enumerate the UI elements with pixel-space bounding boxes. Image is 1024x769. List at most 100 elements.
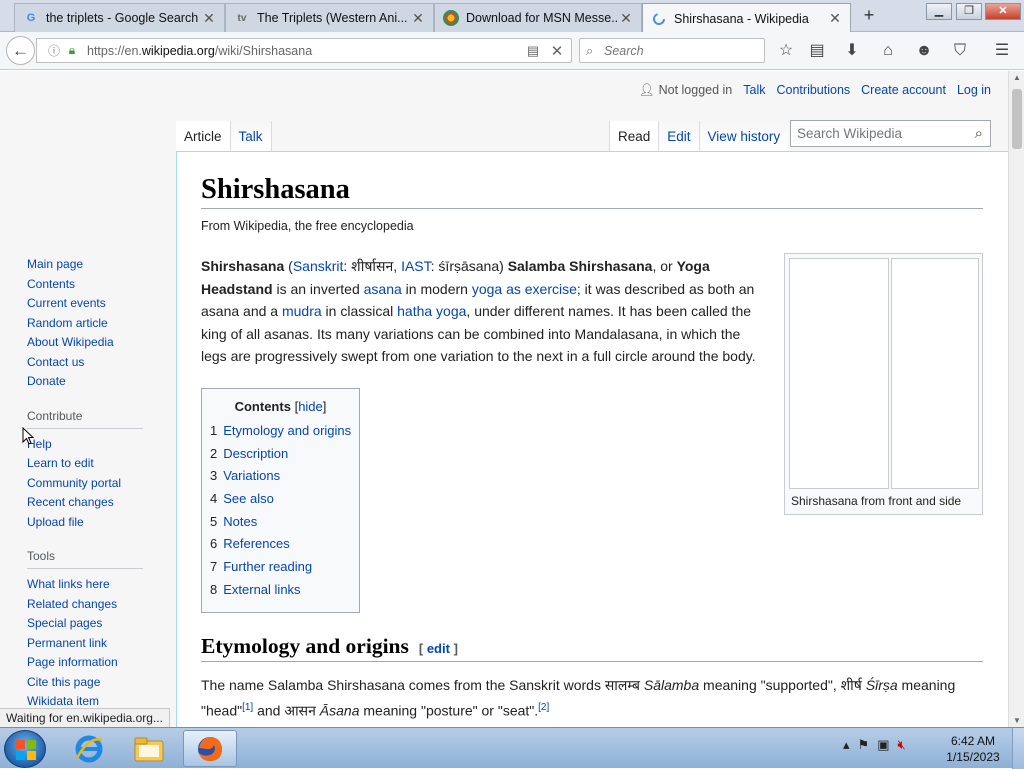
minimize-button[interactable]: ▁	[926, 3, 952, 20]
downloads-icon[interactable]: ⬇	[841, 40, 863, 62]
show-desktop-button[interactable]	[1012, 728, 1024, 769]
toc-item[interactable]: 6 References	[210, 533, 351, 556]
toc-link[interactable]: References	[223, 536, 289, 551]
restore-button[interactable]: ❐	[956, 3, 982, 20]
close-tab-icon[interactable]: ✕	[411, 10, 425, 27]
toc-link[interactable]: Etymology and origins	[223, 423, 351, 438]
volume-muted-icon[interactable]: 🔇︎	[897, 737, 905, 753]
sidebar-item-permanent-link[interactable]: Permanent link	[27, 636, 167, 656]
toc-item[interactable]: 8 External links	[210, 579, 351, 602]
menu-hamburger-icon[interactable]: ☰	[991, 40, 1013, 62]
sidebar-item-upload-file[interactable]: Upload file	[27, 515, 167, 535]
create-account-link[interactable]: Create account	[861, 83, 946, 98]
reading-list-icon[interactable]: ▤	[806, 40, 828, 62]
sidebar-item-help[interactable]: Help	[27, 437, 167, 457]
toc-hide-link[interactable]: hide	[298, 399, 323, 414]
sidebar-item-what-links-here[interactable]: What links here	[27, 577, 167, 597]
contributions-link[interactable]: Contributions	[777, 83, 851, 98]
reader-view-icon[interactable]: ▤	[523, 43, 543, 59]
sidebar-item-contents[interactable]: Contents	[27, 277, 167, 297]
pose-side-image[interactable]	[891, 258, 979, 489]
sidebar-item-main-page[interactable]: Main page	[27, 257, 167, 277]
sanskrit-link[interactable]: Sanskrit	[293, 258, 344, 274]
window-close-button[interactable]: ✕	[985, 3, 1021, 20]
yoga-as-exercise-link[interactable]: yoga as exercise	[472, 281, 577, 297]
sidebar-item-donate[interactable]: Donate	[27, 374, 167, 394]
toc-link[interactable]: Notes	[223, 514, 257, 529]
url-text[interactable]: https://en.wikipedia.org/wiki/Shirshasan…	[87, 44, 523, 58]
section-edit[interactable]: [ edit ]	[419, 641, 458, 656]
search-icon[interactable]: ⌕	[975, 125, 983, 142]
sidebar-item-page-information[interactable]: Page information	[27, 655, 167, 675]
info-icon[interactable]: ⓘ	[45, 42, 63, 59]
sidebar-item-current-events[interactable]: Current events	[27, 296, 167, 316]
browser-tab-triplets[interactable]: tv The Triplets (Western Ani... ✕	[225, 3, 434, 32]
wiki-search-input[interactable]: Search Wikipedia ⌕	[790, 120, 991, 147]
reference-link[interactable]: [1]	[242, 702, 253, 713]
browser-tab-google[interactable]: G the triplets - Google Search ✕	[14, 3, 225, 32]
sidebar-item-cite-this-page[interactable]: Cite this page	[27, 675, 167, 695]
toc-item[interactable]: 1 Etymology and origins	[210, 420, 351, 443]
system-clock[interactable]: 6:42 AM 1/15/2023	[943, 733, 1003, 765]
asana-link[interactable]: asana	[364, 281, 402, 297]
hello-chat-icon[interactable]: ☻	[913, 40, 935, 62]
close-tab-icon[interactable]: ✕	[202, 10, 216, 27]
sidebar-item-random-article[interactable]: Random article	[27, 316, 167, 336]
home-icon[interactable]: ⌂	[877, 40, 899, 62]
sidebar-item-community-portal[interactable]: Community portal	[27, 476, 167, 496]
new-tab-button[interactable]: +	[858, 6, 880, 26]
bookmark-star-icon[interactable]: ☆	[775, 40, 797, 62]
network-icon[interactable]: ▣	[877, 737, 889, 753]
close-tab-icon[interactable]: ✕	[828, 10, 842, 27]
scroll-up-arrow-icon[interactable]: ▲	[1013, 73, 1021, 82]
scroll-down-arrow-icon[interactable]: ▼	[1013, 716, 1021, 725]
iast-link[interactable]: IAST	[401, 258, 431, 274]
firefox-taskbar-button[interactable]	[183, 730, 237, 767]
sidebar-item-learn-to-edit[interactable]: Learn to edit	[27, 456, 167, 476]
start-button[interactable]	[4, 730, 46, 768]
tab-edit[interactable]: Edit	[658, 121, 699, 151]
scroll-thumb[interactable]	[1012, 89, 1022, 149]
vertical-scrollbar[interactable]: ▲ ▼	[1008, 71, 1024, 727]
log-in-link[interactable]: Log in	[957, 83, 991, 98]
pocket-icon[interactable]: ⛉	[949, 40, 971, 62]
stop-loading-icon[interactable]: ✕	[543, 42, 571, 60]
section-edit-link[interactable]: edit	[427, 641, 450, 656]
sidebar-item-about[interactable]: About Wikipedia	[27, 335, 167, 355]
sidebar-item-special-pages[interactable]: Special pages	[27, 616, 167, 636]
toc-link[interactable]: Variations	[223, 468, 280, 483]
toc-hide-toggle[interactable]: [hide]	[295, 399, 327, 414]
url-bar[interactable]: ⓘ 🔒︎ https://en.wikipedia.org/wiki/Shirs…	[36, 38, 572, 63]
tab-article[interactable]: Article	[176, 121, 231, 151]
mudra-link[interactable]: mudra	[282, 303, 322, 319]
action-center-flag-icon[interactable]: ⚑	[858, 737, 870, 753]
tab-read[interactable]: Read	[609, 121, 659, 151]
close-tab-icon[interactable]: ✕	[619, 10, 633, 27]
sidebar-item-related-changes[interactable]: Related changes	[27, 597, 167, 617]
toc-item[interactable]: 3 Variations	[210, 465, 351, 488]
tab-talk[interactable]: Talk	[230, 121, 272, 151]
browser-tab-shirshasana[interactable]: Shirshasana - Wikipedia ✕	[642, 3, 851, 33]
tab-view-history[interactable]: View history	[698, 121, 789, 151]
talk-link[interactable]: Talk	[743, 83, 765, 98]
toc-item[interactable]: 4 See also	[210, 488, 351, 511]
internet-explorer-taskbar-button[interactable]	[62, 730, 116, 767]
toc-item[interactable]: 2 Description	[210, 443, 351, 466]
toc-link[interactable]: Further reading	[223, 559, 312, 574]
file-explorer-taskbar-button[interactable]	[122, 730, 176, 767]
reference-link[interactable]: [2]	[538, 702, 549, 713]
sidebar-item-contact[interactable]: Contact us	[27, 355, 167, 375]
toc-link[interactable]: Description	[223, 446, 288, 461]
browser-search-input[interactable]	[604, 43, 754, 58]
sidebar-item-recent-changes[interactable]: Recent changes	[27, 495, 167, 515]
toc-item[interactable]: 7 Further reading	[210, 556, 351, 579]
hatha-yoga-link[interactable]: hatha yoga	[397, 303, 466, 319]
toc-link[interactable]: See also	[223, 491, 274, 506]
back-button[interactable]: ←	[6, 36, 35, 65]
browser-search-bar[interactable]: ⌕	[579, 38, 765, 63]
toc-item[interactable]: 5 Notes	[210, 511, 351, 534]
browser-tab-msn[interactable]: Download for MSN Messe... ✕	[434, 3, 642, 32]
pose-front-image[interactable]	[789, 258, 889, 489]
toc-link[interactable]: External links	[223, 582, 300, 597]
show-hidden-icons-icon[interactable]: ▴	[843, 737, 850, 753]
